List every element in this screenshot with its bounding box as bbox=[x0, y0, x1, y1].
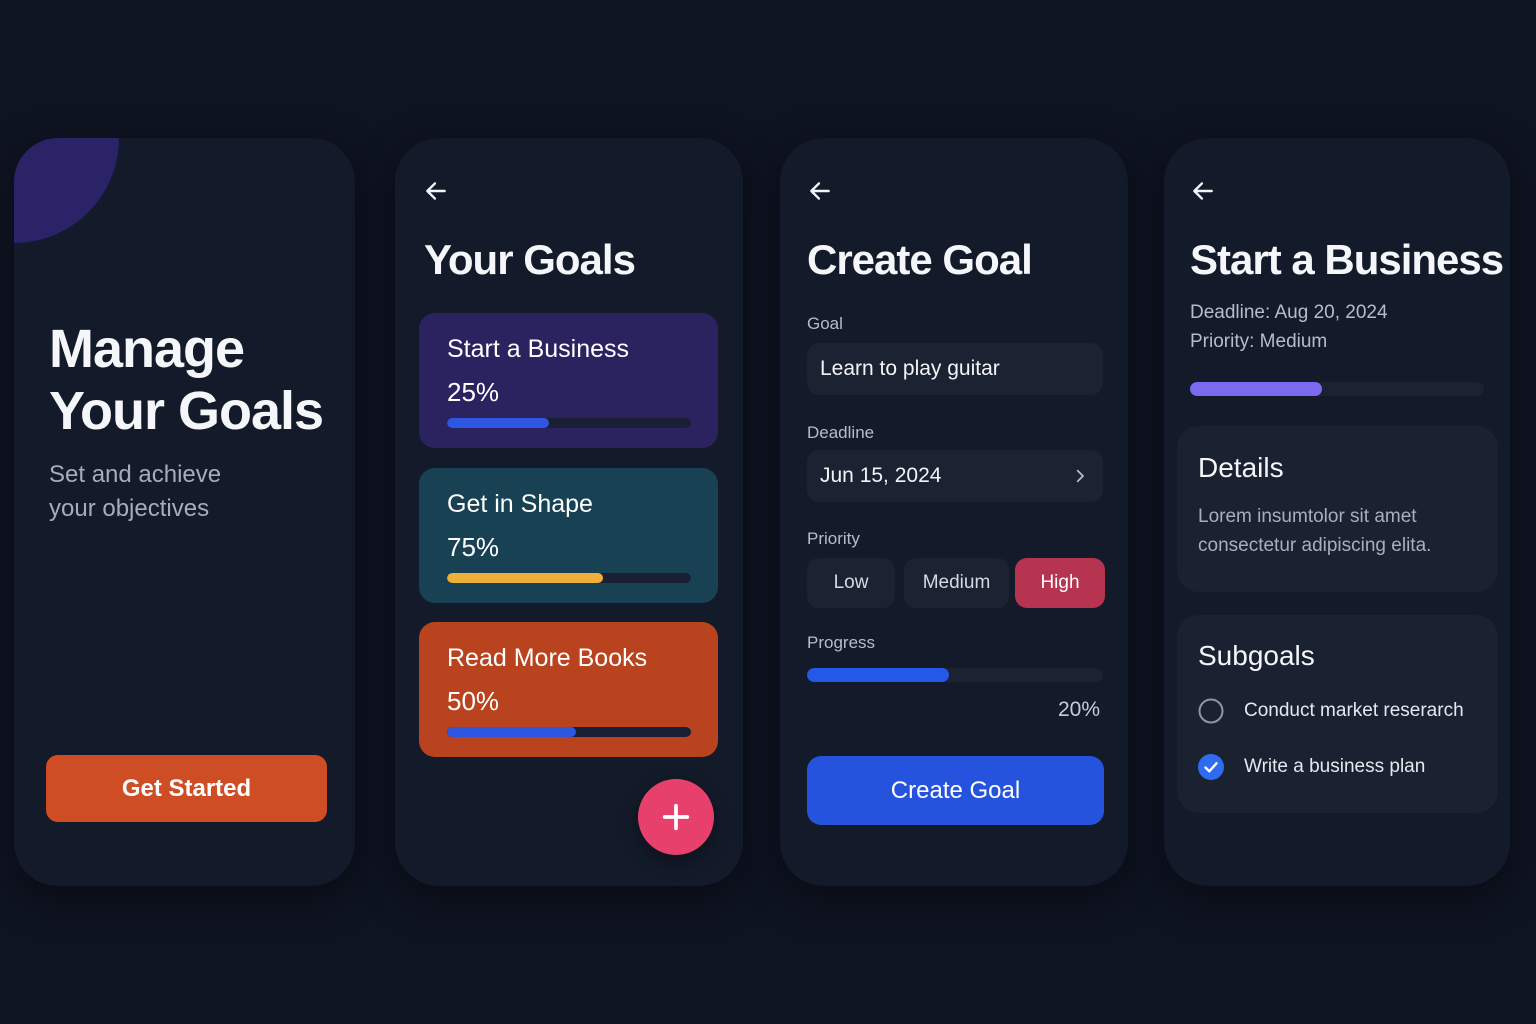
goal-name: Get in Shape bbox=[447, 490, 593, 518]
progress-label: Progress bbox=[807, 633, 876, 652]
goal-progress-fill bbox=[447, 573, 604, 583]
details-heading: Details bbox=[1198, 452, 1284, 483]
goal-card[interactable]: Read More Books 50% bbox=[419, 622, 718, 757]
priority-high-button[interactable]: High bbox=[1015, 558, 1105, 608]
page-title: Create Goal bbox=[807, 236, 1033, 283]
welcome-screen: Manage Your Goals Set and achieve your o… bbox=[14, 138, 355, 886]
goal-progress-bar bbox=[447, 573, 691, 583]
goal-progress-fill bbox=[447, 727, 577, 737]
welcome-title-line-1: Manage bbox=[49, 319, 245, 379]
chevron-right-icon bbox=[1071, 467, 1089, 485]
add-goal-button[interactable] bbox=[638, 779, 714, 855]
decorative-blob bbox=[14, 138, 119, 243]
progress-value: 20% bbox=[1057, 698, 1100, 721]
progress-slider[interactable] bbox=[807, 668, 1103, 682]
goal-input[interactable]: Learn to play guitar bbox=[807, 343, 1103, 395]
goal-progress-bar bbox=[447, 727, 691, 737]
goal-label: Goal bbox=[807, 314, 843, 333]
goal-percent: 25% bbox=[447, 377, 500, 407]
goal-input-value: Learn to play guitar bbox=[820, 357, 1000, 380]
subgoal-item[interactable]: Conduct market reserarch bbox=[1198, 696, 1464, 726]
priority-label: Priority bbox=[807, 529, 860, 548]
checkbox-checked-icon[interactable] bbox=[1198, 754, 1224, 780]
progress-slider-fill bbox=[807, 668, 950, 682]
arrow-left-icon[interactable] bbox=[807, 178, 833, 204]
details-panel: Details Lorem insumtolor sit amet consec… bbox=[1177, 426, 1498, 592]
subgoal-label: Write a business plan bbox=[1244, 756, 1426, 777]
goal-card[interactable]: Start a Business 25% bbox=[419, 313, 718, 448]
goal-percent: 75% bbox=[447, 532, 500, 562]
page-title: Start a Business bbox=[1190, 236, 1504, 283]
details-body: Lorem insumtolor sit amet consectetur ad… bbox=[1198, 506, 1432, 556]
deadline-picker[interactable]: Jun 15, 2024 bbox=[807, 450, 1103, 502]
priority-text: Priority: Medium bbox=[1190, 331, 1328, 352]
arrow-left-icon[interactable] bbox=[1190, 178, 1216, 204]
priority-low-button[interactable]: Low bbox=[807, 558, 895, 608]
goal-name: Read More Books bbox=[447, 644, 648, 672]
get-started-button[interactable]: Get Started bbox=[46, 755, 327, 822]
welcome-subtitle-line-2: your objectives bbox=[49, 495, 210, 522]
welcome-subtitle-line-1: Set and achieve bbox=[49, 461, 222, 488]
goal-percent: 50% bbox=[447, 686, 500, 716]
goal-name: Start a Business bbox=[447, 335, 630, 363]
subgoals-panel: Subgoals Conduct market reserarch Write … bbox=[1177, 615, 1498, 813]
welcome-title: Manage Your Goals bbox=[49, 318, 324, 442]
goal-progress-bar bbox=[447, 418, 691, 428]
deadline-label: Deadline bbox=[807, 423, 875, 442]
checkbox-unchecked-icon[interactable] bbox=[1198, 698, 1224, 724]
create-goal-screen: Create Goal Goal Learn to play guitar De… bbox=[780, 138, 1128, 886]
create-goal-button[interactable]: Create Goal bbox=[807, 756, 1104, 825]
plus-icon bbox=[662, 803, 690, 831]
priority-medium-button[interactable]: Medium bbox=[904, 558, 1009, 608]
goal-progress-bar bbox=[1190, 382, 1484, 396]
subgoals-heading: Subgoals bbox=[1198, 640, 1315, 671]
goal-progress-fill bbox=[1190, 382, 1323, 396]
goal-progress-fill bbox=[447, 418, 550, 428]
page-title: Your Goals bbox=[424, 236, 636, 283]
deadline-text: Deadline: Aug 20, 2024 bbox=[1190, 302, 1388, 323]
goals-list-screen: Your Goals Start a Business 25% Get in S… bbox=[395, 138, 743, 886]
welcome-title-line-2: Your Goals bbox=[49, 381, 324, 441]
welcome-subtitle: Set and achieve your objectives bbox=[49, 458, 309, 526]
subgoal-item[interactable]: Write a business plan bbox=[1198, 752, 1425, 782]
goal-card[interactable]: Get in Shape 75% bbox=[419, 468, 718, 603]
goal-detail-screen: Start a Business Deadline: Aug 20, 2024 … bbox=[1164, 138, 1510, 886]
arrow-left-icon[interactable] bbox=[423, 178, 449, 204]
subgoal-label: Conduct market reserarch bbox=[1244, 700, 1464, 721]
deadline-value: Jun 15, 2024 bbox=[820, 464, 942, 487]
